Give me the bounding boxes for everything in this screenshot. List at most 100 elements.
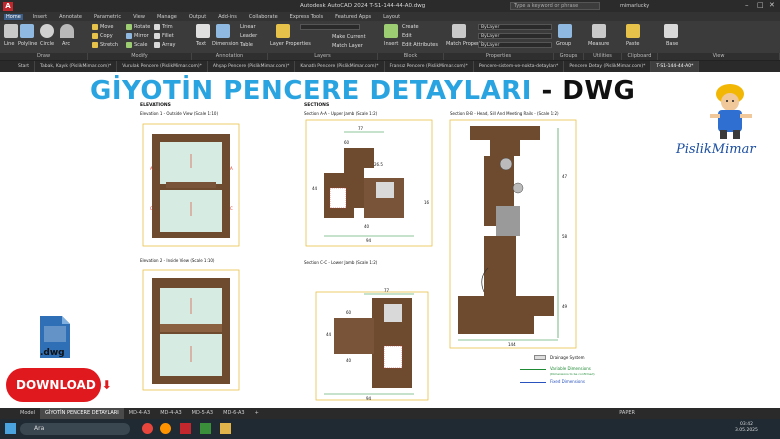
close-icon[interactable]: ✕ [769, 1, 775, 9]
doc-tab[interactable]: Ahşap Pencere (PislikMimar.com)* [208, 61, 296, 72]
layout-tab[interactable]: MD-4-A3 [155, 408, 186, 419]
paste-icon [626, 24, 640, 38]
ribbon-tab[interactable]: Manage [155, 14, 179, 20]
search-input[interactable]: Type a keyword or phrase [510, 2, 600, 10]
doc-tab-active[interactable]: T-S1-144-44-A0* [651, 61, 700, 72]
ribbon-tab[interactable]: Insert [31, 14, 49, 20]
dim-label: 40 [346, 358, 352, 363]
panel-title-draw[interactable]: Draw [0, 53, 88, 60]
download-arrow-icon: ⬇ [101, 376, 112, 394]
sectionA-drawing: 77 26.5 60 40 44 94 16 [305, 119, 433, 247]
brand-logo: PislikMimar [676, 142, 756, 157]
panel-title-clipboard[interactable]: Clipboard [622, 53, 658, 60]
insert-button[interactable]: Insert [384, 41, 398, 47]
arc-button[interactable]: Arc [62, 41, 70, 47]
scale-button[interactable]: Scale [126, 42, 147, 48]
panel-title-layers[interactable]: Layers [268, 53, 378, 60]
mirror-button[interactable]: Mirror [126, 33, 149, 39]
measure-button[interactable]: Measure [588, 41, 609, 47]
windows-start-icon[interactable] [5, 423, 16, 434]
doc-tab[interactable]: Fransız Pencere (PislikMimar.com)* [385, 61, 474, 72]
make-current-button[interactable]: Make Current [332, 34, 366, 40]
leader-button[interactable]: Leader [240, 33, 257, 39]
polyline-button[interactable]: Polyline [18, 41, 37, 47]
layout-tab-model[interactable]: Model [0, 408, 40, 419]
create-block-button[interactable]: Create [402, 24, 419, 30]
autocad-logo[interactable]: A [3, 1, 13, 11]
base-view-button[interactable]: Base [666, 41, 678, 47]
paper-space-toggle[interactable]: PAPER [614, 408, 640, 419]
doc-tab[interactable]: Pencere Detay (PislikMimar.com)* [564, 61, 652, 72]
ribbon-tab[interactable]: Collaborate [247, 14, 280, 20]
ribbon-tab[interactable]: Layout [381, 14, 402, 20]
folder-icon[interactable] [220, 423, 231, 434]
move-button[interactable]: Move [92, 24, 113, 30]
doc-tab[interactable]: Kanatlı Pencere (PislikMimar.com)* [295, 61, 385, 72]
layer-properties-button[interactable]: Layer Properties [270, 41, 311, 47]
ribbon-tab[interactable]: Output [187, 14, 208, 20]
panel-title-properties[interactable]: Properties [444, 53, 554, 60]
banner-title-main: GİYOTİN PENCERE DETAYLARI [90, 76, 532, 106]
linear-button[interactable]: Linear [240, 24, 256, 30]
doc-tab[interactable]: Tabak, Kayık (PislikMimar.com)* [35, 61, 118, 72]
dim-label: 26.5 [374, 162, 383, 167]
table-button[interactable]: Table [240, 42, 253, 48]
maximize-icon[interactable]: □ [757, 1, 764, 9]
panel-title-groups[interactable]: Groups [554, 53, 584, 60]
text-button[interactable]: Text [196, 41, 206, 47]
layer-combo[interactable] [300, 24, 360, 30]
doc-tab-start[interactable]: Start [0, 61, 35, 72]
layout-tab[interactable]: MD-6-A3 [218, 408, 249, 419]
edit-attributes-button[interactable]: Edit Attributes [402, 42, 438, 48]
layout-tab[interactable]: MD-4-A3 [124, 408, 155, 419]
doc-tab[interactable]: Vurulak Pencere (PislikMimar.com)* [117, 61, 208, 72]
panel-title-view[interactable]: View [658, 53, 780, 60]
svg-text:A: A [150, 166, 153, 171]
system-clock[interactable]: 03:42 3.05.2025 [735, 422, 758, 434]
line-button[interactable]: Line [4, 41, 14, 47]
fillet-button[interactable]: Fillet [154, 33, 174, 39]
legend-line-variable [520, 369, 546, 370]
banner-title-suffix: - DWG [531, 76, 636, 106]
user-name[interactable]: mimarlucky [620, 3, 649, 9]
doc-tab[interactable]: Pencere-sistem-ve-nokta-detayları* [474, 61, 565, 72]
copy-button[interactable]: Copy [92, 33, 113, 39]
ribbon-tab[interactable]: Featured Apps [333, 14, 373, 20]
rotate-button[interactable]: Rotate [126, 24, 150, 30]
ribbon-tab[interactable]: View [131, 14, 147, 20]
ribbon-tab[interactable]: Annotate [57, 14, 84, 20]
array-button[interactable]: Array [154, 42, 175, 48]
edit-block-button[interactable]: Edit [402, 33, 412, 39]
ribbon-tab[interactable]: Express Tools [288, 14, 325, 20]
stretch-icon [92, 42, 98, 48]
match-layer-button[interactable]: Match Layer [332, 43, 363, 49]
download-button[interactable]: DOWNLOAD ⬇ [6, 368, 112, 402]
paste-button[interactable]: Paste [626, 41, 640, 47]
linetype-combo[interactable]: ByLayer [478, 33, 552, 39]
panel-title-utilities[interactable]: Utilities [584, 53, 622, 60]
line-icon [4, 24, 18, 38]
panel-title-annotation[interactable]: Annotation [192, 53, 268, 60]
ribbon-tab[interactable]: Add-ins [216, 14, 239, 20]
app-taskbar-icon[interactable] [200, 423, 211, 434]
lineweight-combo[interactable]: ByLayer [478, 42, 552, 48]
panel-title-modify[interactable]: Modify [88, 53, 192, 60]
minimize-icon[interactable]: – [745, 1, 749, 9]
firefox-icon[interactable] [160, 423, 171, 434]
layout-tab[interactable]: MD-5-A3 [187, 408, 218, 419]
circle-button[interactable]: Circle [40, 41, 54, 47]
stretch-button[interactable]: Stretch [92, 42, 118, 48]
chrome-icon[interactable] [142, 423, 153, 434]
color-combo[interactable]: ByLayer [478, 24, 552, 30]
ribbon-tab[interactable]: Parametric [92, 14, 123, 20]
trim-button[interactable]: Trim [154, 24, 173, 30]
add-layout-button[interactable]: + [250, 408, 264, 419]
taskbar-search[interactable]: Ara [20, 423, 130, 435]
match-properties-icon [452, 24, 466, 38]
group-button[interactable]: Group [556, 41, 571, 47]
layout-tab-active[interactable]: GİYOTİN PENCERE DETAYLARI [40, 408, 124, 419]
panel-title-block[interactable]: Block [378, 53, 444, 60]
dimension-button[interactable]: Dimension [212, 41, 239, 47]
ribbon-tab[interactable]: Home [4, 13, 23, 20]
autocad-taskbar-icon[interactable] [180, 423, 191, 434]
